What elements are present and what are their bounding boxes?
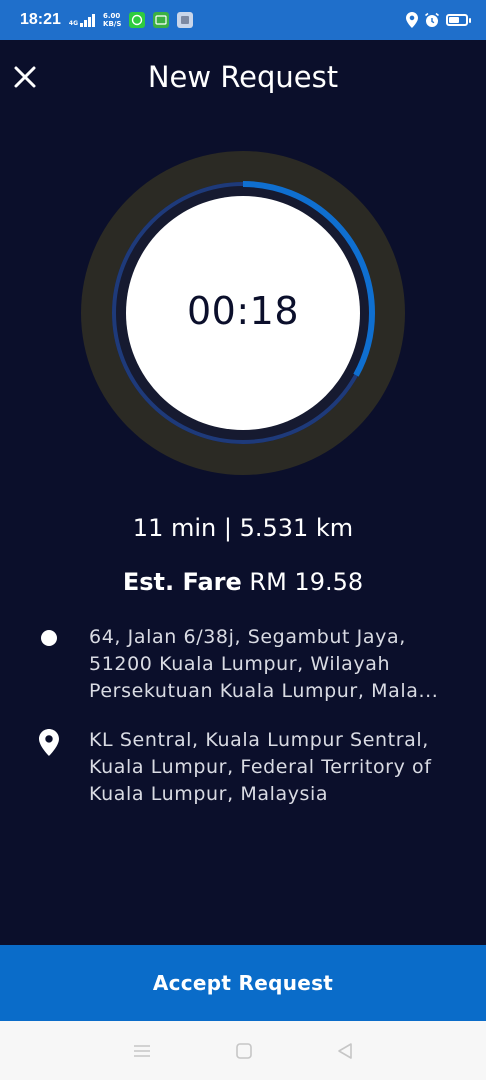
speed-unit: KB/S (103, 20, 122, 28)
fare-label: Est. Fare (122, 568, 242, 596)
timer-value: 00:18 (186, 289, 299, 333)
pickup-address: 64, Jalan 6/38j, Segambut Jaya, 51200 Ku… (89, 626, 439, 702)
menu-icon[interactable] (132, 1043, 152, 1059)
estimated-fare: Est. Fare RM 19.58 (0, 568, 486, 596)
app-icon (177, 12, 194, 28)
status-time: 18:21 (20, 11, 61, 28)
system-nav-bar (0, 1021, 486, 1080)
whatsapp-icon (129, 12, 146, 28)
trip-summary: 11 min | 5.531 km (132, 514, 354, 542)
network-type: 4G (68, 20, 79, 27)
status-bar: 18:21 4G 6.00 KB/S (0, 0, 486, 40)
app-icon (153, 12, 170, 28)
page-title: New Request (147, 60, 339, 94)
alarm-icon (425, 12, 439, 27)
pickup-row: 64, Jalan 6/38j, Segambut Jaya, 51200 Ku… (36, 624, 476, 705)
signal-icon (80, 13, 96, 27)
countdown-timer: 00:18 (81, 151, 405, 475)
location-pin-icon (39, 729, 59, 756)
pickup-dot-icon (41, 630, 57, 646)
network-speed: 6.00 KB/S (103, 12, 121, 28)
header: New Request (0, 40, 486, 118)
dropoff-row: KL Sentral, Kuala Lumpur Sentral, Kuala … (36, 727, 476, 808)
location-icon (406, 12, 418, 28)
back-triangle-icon[interactable] (336, 1042, 354, 1060)
speed-value: 6.00 (103, 12, 121, 20)
battery-icon (446, 14, 471, 26)
accept-request-button[interactable]: Accept Request (0, 945, 486, 1021)
fare-value: RM 19.58 (249, 568, 364, 596)
home-square-icon[interactable] (235, 1042, 253, 1060)
dropoff-address: KL Sentral, Kuala Lumpur Sentral, Kuala … (89, 729, 432, 805)
